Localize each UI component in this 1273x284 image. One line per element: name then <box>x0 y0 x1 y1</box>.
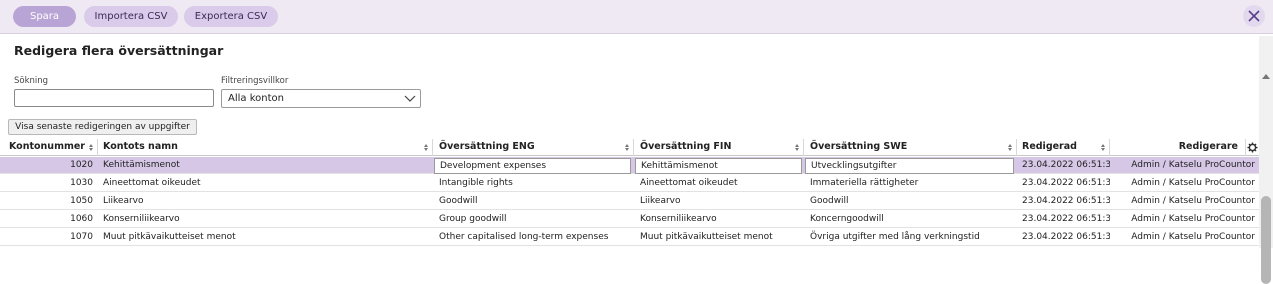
sort-icon <box>795 144 800 152</box>
search-label: Sökning <box>14 76 49 86</box>
cell-account-name: Liikearvo <box>103 196 144 206</box>
col-header-account-number[interactable]: Kontonummer <box>0 139 98 156</box>
close-button[interactable] <box>1243 5 1265 27</box>
input-translation-swe[interactable]: Utvecklingsutgifter <box>805 158 1014 174</box>
gear-icon <box>1247 142 1258 153</box>
cell-account-name: Kehittämismenot <box>103 160 180 170</box>
page-title: Redigera flera översättningar <box>14 43 224 58</box>
col-header-label: Redigerare <box>1178 141 1238 152</box>
input-translation-eng[interactable]: Development expenses <box>434 158 631 174</box>
col-header-label: Översättning FIN <box>640 141 732 152</box>
filter-label: Filtreringsvillkor <box>221 76 289 86</box>
cell-translation-eng[interactable]: Intangible rights <box>439 175 631 192</box>
sort-icon <box>1101 144 1106 152</box>
col-header-label: Översättning ENG <box>439 141 535 152</box>
col-header-label: Översättning SWE <box>810 141 908 152</box>
cell-edited: 23.04.2022 06:51:34 <box>1022 178 1110 188</box>
cell-translation-swe[interactable]: Övriga utgifter med lång verkningstid <box>810 229 1014 246</box>
cell-translation-fin[interactable]: Muut pitkävaikutteiset menot <box>640 229 802 246</box>
cell-translation-fin[interactable]: Aineettomat oikeudet <box>640 175 802 192</box>
cell-editor: Admin / Katselu ProCountor <box>1131 214 1255 224</box>
cell-translation-eng[interactable]: Group goodwill <box>439 211 631 228</box>
filter-select-value: Alla konton <box>228 93 284 104</box>
show-latest-edit-button[interactable]: Visa senaste redigeringen av uppgifter <box>8 119 197 135</box>
import-csv-button[interactable]: Importera CSV <box>84 6 178 27</box>
cell-account-number: 1070 <box>70 232 93 242</box>
col-header-label: Redigerad <box>1022 141 1077 152</box>
cell-edited: 23.04.2022 06:51:34 <box>1022 214 1110 224</box>
col-header-translation-swe[interactable]: Översättning SWE <box>804 139 1017 156</box>
sort-icon <box>625 144 630 152</box>
cell-editor: Admin / Katselu ProCountor <box>1131 196 1255 206</box>
sort-icon <box>89 144 94 152</box>
cell-translation-fin[interactable]: Liikearvo <box>640 193 802 210</box>
vertical-scrollbar[interactable] <box>1259 36 1273 284</box>
cell-edited: 23.04.2022 06:51:34 <box>1022 160 1110 170</box>
col-header-editor[interactable]: Redigerare <box>1110 139 1246 156</box>
export-csv-button[interactable]: Exportera CSV <box>184 6 278 27</box>
input-translation-fin[interactable]: Kehittämismenot <box>635 158 802 174</box>
close-icon <box>1248 10 1260 22</box>
cell-account-number: 1020 <box>70 160 93 170</box>
cell-translation-eng[interactable]: Goodwill <box>439 193 631 210</box>
cell-account-number: 1060 <box>70 214 93 224</box>
table-header: Kontonummer Kontots namn Översättning EN… <box>0 139 1259 156</box>
table-row[interactable]: 1030 Aineettomat oikeudet Intangible rig… <box>0 175 1259 192</box>
sort-icon <box>1008 144 1013 152</box>
cell-edited: 23.04.2022 06:51:34 <box>1022 232 1110 242</box>
cell-account-name: Aineettomat oikeudet <box>103 178 201 188</box>
col-header-account-name[interactable]: Kontots namn <box>98 139 433 156</box>
cell-edited: 23.04.2022 06:51:34 <box>1022 196 1110 206</box>
table-row[interactable]: 1070 Muut pitkävaikutteiset menot Other … <box>0 229 1259 246</box>
save-button[interactable]: Spara <box>13 6 76 27</box>
cell-account-name: Konserniliikearvo <box>103 214 180 224</box>
col-header-translation-eng[interactable]: Översättning ENG <box>433 139 634 156</box>
cell-translation-eng[interactable]: Other capitalised long-term expenses <box>439 229 631 246</box>
cell-account-name: Muut pitkävaikutteiset menot <box>103 232 236 242</box>
table-row[interactable]: 1020 Kehittämismenot Development expense… <box>0 157 1259 174</box>
chevron-down-icon <box>404 95 416 102</box>
col-header-label: Kontots namn <box>103 141 178 152</box>
cell-translation-fin[interactable]: Konserniliikearvo <box>640 211 802 228</box>
scrollbar-thumb[interactable] <box>1261 196 1271 284</box>
column-settings-button[interactable] <box>1246 139 1259 156</box>
table-row[interactable]: 1050 Liikearvo Goodwill Liikearvo Goodwi… <box>0 193 1259 210</box>
cell-editor: Admin / Katselu ProCountor <box>1131 160 1255 170</box>
cell-account-number: 1030 <box>70 178 93 188</box>
col-header-label: Kontonummer <box>8 141 85 152</box>
search-input[interactable] <box>14 89 214 107</box>
cell-editor: Admin / Katselu ProCountor <box>1131 178 1255 188</box>
cell-account-number: 1050 <box>70 196 93 206</box>
cell-editor: Admin / Katselu ProCountor <box>1131 232 1255 242</box>
cell-translation-swe[interactable]: Koncerngoodwill <box>810 211 1014 228</box>
col-header-edited[interactable]: Redigerad <box>1017 139 1110 156</box>
cell-translation-swe[interactable]: Immateriella rättigheter <box>810 175 1014 192</box>
sort-icon <box>424 144 429 152</box>
toolbar: Spara Importera CSV Exportera CSV <box>0 0 1273 34</box>
col-header-translation-fin[interactable]: Översättning FIN <box>634 139 804 156</box>
filter-select[interactable]: Alla konton <box>221 89 421 108</box>
cell-translation-swe[interactable]: Goodwill <box>810 193 1014 210</box>
table-row[interactable]: 1060 Konserniliikearvo Group goodwill Ko… <box>0 211 1259 228</box>
scroll-up-arrow-icon[interactable] <box>1262 74 1270 79</box>
